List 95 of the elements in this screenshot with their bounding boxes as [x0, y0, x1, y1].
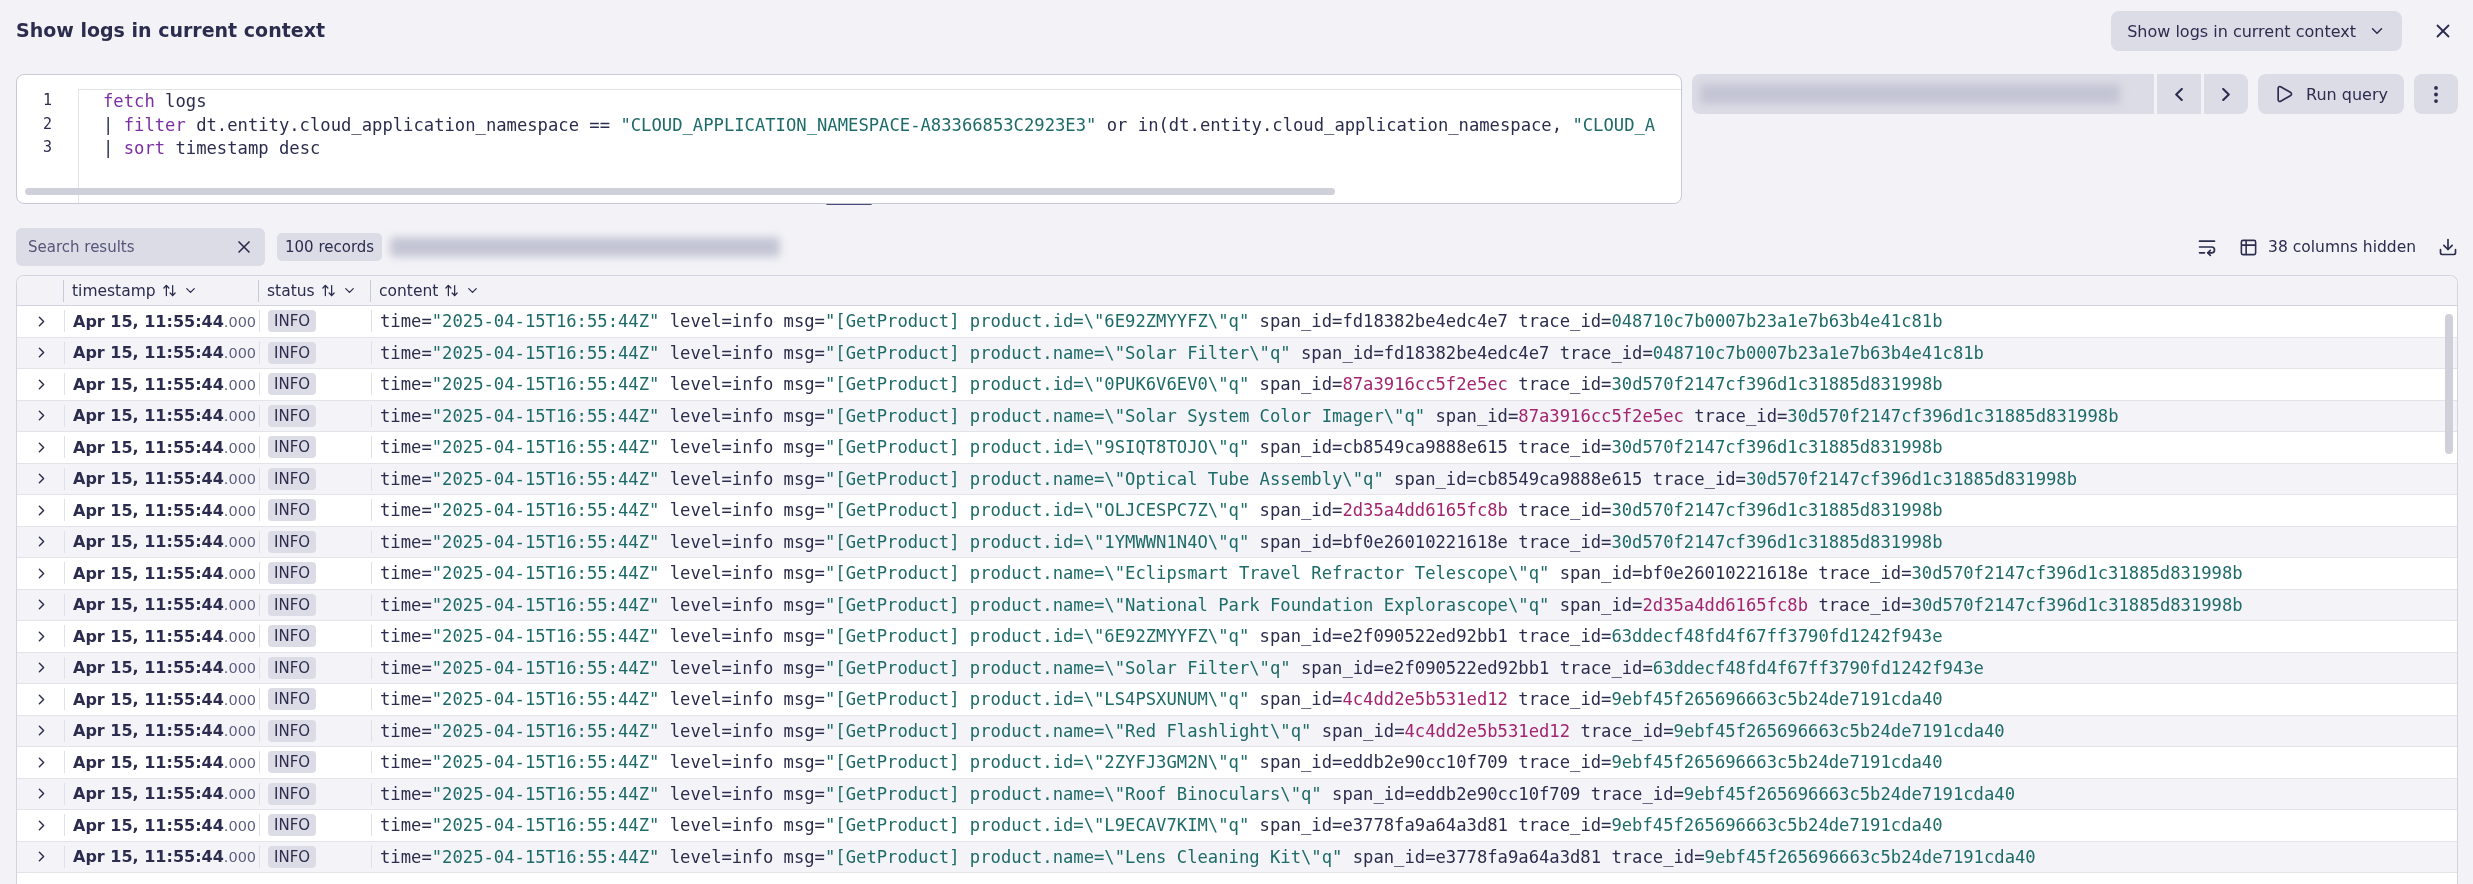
timestamp-cell: Apr 15, 11:55:44.000 — [73, 469, 257, 489]
log-content: time="2025-04-15T16:55:44Z" level=info msg="[GetProduct] product.name=\"Roof Binoculars\"q" span_id=eddb2e90cc10f709 trace_id=9ebf45f265696663c5b24de7191cda40 — [380, 783, 2015, 804]
timestamp-cell: Apr 15, 11:55:44.000 — [73, 500, 257, 520]
table-row[interactable]: Apr 15, 11:55:44.000 INFO time="2025-04-15T16:55:44Z" level=info msg="[GetProduct] product.name=\"Solar Filter\"q" span_id=e2f090522ed92bb1 trace_id=63ddecf48fd4f67ff3790fd1242f943e — [17, 652, 2457, 684]
log-content: time="2025-04-15T16:55:44Z" level=info msg="[GetProduct] product.id=\"L9ECAV7KIM\"q" span_id=e3778fa9a64a3d81 trace_id=9ebf45f265696663c5b24de7191cda40 — [380, 815, 1943, 836]
log-content: time="2025-04-15T16:55:44Z" level=info msg="[GetProduct] product.id=\"2ZYFJ3GM2N\"q" span_id=eddb2e90cc10f709 trace_id=9ebf45f265696663c5b24de7191cda40 — [380, 752, 1943, 773]
status-tag: INFO — [268, 751, 317, 774]
status-tag: INFO — [268, 688, 317, 711]
status-tag: INFO — [268, 310, 317, 333]
table-row[interactable]: Apr 15, 11:55:44.000 INFO time="2025-04-15T16:55:44Z" level=info msg="[GetProduct] product.name=\"Solar Filter\"q" span_id=fd18382be4edc4e7 trace_id=048710c7b0007b23a1e7b63b4e41c81b — [17, 337, 2457, 369]
log-content: time="2025-04-15T16:55:44Z" level=info msg="[GetProduct] product.id=\"6E92ZMYYFZ\"q" span_id=fd18382be4edc4e7 trace_id=048710c7b0007b23a1e7b63b4e41c81b — [380, 311, 1943, 332]
table-row[interactable]: Apr 15, 11:55:44.000 INFO time="2025-04-15T16:55:44Z" level=info msg="[GetProduct] product.name=\"Solar System Color Imager\"q" span_id=87a3916cc5f2e5ec trace_id=30d570f2147cf396d1c31885d831998b — [17, 400, 2457, 432]
status-tag: INFO — [268, 341, 317, 364]
log-content: time="2025-04-15T16:55:44Z" level=info msg="[GetProduct] product.id=\"0PUK6V6EV0\"q" span_id=87a3916cc5f2e5ec trace_id=30d570f2147cf396d1c31885d831998b — [380, 374, 1943, 395]
log-content: time="2025-04-15T16:55:44Z" level=info msg="[GetProduct] product.name=\"Solar Filter\"q" span_id=e2f090522ed92bb1 trace_id=63ddecf48fd4f67ff3790fd1242f943e — [380, 657, 1984, 678]
timestamp-cell: Apr 15, 11:55:44.000 — [73, 847, 257, 867]
timestamp-cell: Apr 15, 11:55:44.000 — [73, 311, 257, 331]
log-content: time="2025-04-15T16:55:44Z" level=info msg="[GetProduct] product.name=\"Solar Filter\"q" span_id=fd18382be4edc4e7 trace_id=048710c7b0007b23a1e7b63b4e41c81b — [380, 342, 1984, 363]
timestamp-cell: Apr 15, 11:55:44.000 — [73, 626, 257, 646]
previous-button[interactable] — [2157, 74, 2202, 114]
status-tag: INFO — [268, 719, 317, 742]
status-tag: INFO — [268, 467, 317, 490]
code-line: fetch logs — [103, 90, 208, 113]
table-row[interactable]: Apr 15, 11:55:44.000 INFO time="2025-04-15T16:55:44Z" level=info msg="[GetProduct] product.name=\"Optical Tube Assembly\"q" span_id=cb8549ca9888e615 trace_id=30d570f2147cf396d1c31885d831998b — [17, 463, 2457, 495]
resize-handle[interactable] — [826, 202, 872, 205]
code-line: | sort timestamp desc — [103, 137, 322, 160]
line-number: 1 — [43, 90, 52, 111]
timestamp-cell: Apr 15, 11:55:44.000 — [73, 689, 257, 709]
line-number: 2 — [43, 113, 52, 135]
scrollbar[interactable] — [25, 188, 1335, 195]
play-icon — [2274, 84, 2295, 104]
more-icon — [2434, 85, 2438, 103]
code-line: | filter dt.entity.cloud_application_namespace == "CLOUD_APPLICATION_NAMESPACE-A83366853C2923E3" or in(dt.entity.cloud_application_namespace, "CLOUD_A — [103, 113, 1657, 137]
table-row[interactable]: Apr 15, 11:55:44.000 INFO time="2025-04-15T16:55:44Z" level=info msg="[GetProduct] product.name=\"Lens Cleaning Kit\"q" span_id=e3778fa9a64a3d81 trace_id=9ebf45f265696663c5b24de7191cda40 — [17, 841, 2457, 873]
column-header[interactable]: content — [379, 281, 439, 300]
download-icon[interactable] — [2438, 237, 2458, 257]
log-content: time="2025-04-15T16:55:44Z" level=info msg="[GetProduct] product.id=\"6E92ZMYYFZ\"q" span_id=e2f090522ed92bb1 trace_id=63ddecf48fd4f67ff3790fd1242f943e — [380, 626, 1943, 647]
column-header[interactable]: timestamp — [72, 281, 156, 300]
status-tag: INFO — [268, 625, 317, 648]
status-tag: INFO — [268, 593, 317, 616]
status-tag: INFO — [268, 404, 317, 427]
table-row[interactable]: Apr 15, 11:55:44.000 INFO time="2025-04-15T16:55:44Z" level=info msg="[GetProduct] product.id=\"1YMWWN1N4O\"q" span_id=bf0e26010221618e trace_id=30d570f2147cf396d1c31885d831998b — [17, 526, 2457, 558]
status-tag: INFO — [268, 656, 317, 679]
timestamp-cell: Apr 15, 11:55:44.000 — [73, 374, 257, 394]
log-content: time="2025-04-15T16:55:44Z" level=info msg="[GetProduct] product.id=\"LS4PSXUNUM\"q" span_id=4c4dd2e5b531ed12 trace_id=9ebf45f265696663c5b24de7191cda40 — [380, 689, 1943, 710]
log-content: time="2025-04-15T16:55:44Z" level=info msg="[GetProduct] product.name=\"Eclipsmart Travel Refractor Telescope\"q" span_id=bf0e26010221618e trace_id=30d570f2147cf396d1c31885d831998b — [380, 563, 2243, 584]
table-row[interactable] — [17, 589, 2457, 621]
timestamp-cell: Apr 15, 11:55:44.000 — [73, 532, 257, 552]
more-button[interactable] — [2414, 74, 2458, 114]
log-content: time="2025-04-15T16:55:44Z" level=info msg="[GetProduct] product.name=\"Solar System Color Imager\"q" span_id=87a3916cc5f2e5ec trace_id=30d570f2147cf396d1c31885d831998b — [380, 405, 2119, 426]
log-content: time="2025-04-15T16:55:44Z" level=info msg="[GetProduct] product.name=\"Red Flashlight\"q" span_id=4c4dd2e5b531ed12 trace_id=9ebf45f265696663c5b24de7191cda40 — [380, 720, 2005, 741]
table-icon — [2239, 237, 2259, 257]
line-number: 3 — [43, 137, 52, 158]
timestamp-cell: Apr 15, 11:55:44.000 — [73, 752, 257, 772]
log-content: time="2025-04-15T16:55:44Z" level=info msg="[GetProduct] product.name=\"National Park Foundation Explorascope\"q" span_id=2d35a4dd6165fc8b trace_id=30d570f2147cf396d1c31885d831998b — [380, 594, 2243, 615]
chevron-left-icon — [2175, 87, 2184, 101]
status-tag: INFO — [268, 499, 317, 522]
scrollbar[interactable] — [2445, 314, 2453, 454]
chevron-right-icon — [2222, 87, 2231, 101]
query-editor[interactable]: 1 2 3 fetch logs | filter dt.entity.cloud_application_namespace == "CLOUD_APPLICATION_NAMESPACE-A83366853C2923E3" or in(dt.entity.cloud_application_namespace, "CLOUD_A | sort timestamp desc — [16, 74, 1683, 204]
status-tag: INFO — [268, 782, 317, 805]
column-header[interactable]: status — [267, 281, 315, 300]
timestamp-cell: Apr 15, 11:55:44.000 — [73, 815, 257, 835]
status-tag: INFO — [268, 845, 317, 868]
panel-title: Show logs in current context — [16, 19, 325, 41]
status-tag: INFO — [268, 562, 317, 585]
timestamp-cell: Apr 15, 11:55:44.000 — [73, 437, 257, 457]
table-row[interactable]: Apr 15, 11:55:44.000 INFO time="2025-04-15T16:55:44Z" level=info msg="[GetProduct] product.name=\"Red Flashlight\"q" span_id=4c4dd2e5b531ed12 trace_id=9ebf45f265696663c5b24de7191cda40 — [17, 715, 2457, 747]
timestamp-cell: Apr 15, 11:55:44.000 — [73, 784, 257, 804]
log-content: time="2025-04-15T16:55:44Z" level=info msg="[GetProduct] product.name=\"Optical Tube Assembly\"q" span_id=cb8549ca9888e615 trace_id=30d570f2147cf396d1c31885d831998b — [380, 468, 2078, 489]
status-tag: INFO — [268, 530, 317, 553]
timeframe-field[interactable] — [1692, 74, 2155, 114]
log-content: time="2025-04-15T16:55:44Z" level=info msg="[GetProduct] product.id=\"1YMWWN1N4O\"q" span_id=bf0e26010221618e trace_id=30d570f2147cf396d1c31885d831998b — [380, 531, 1943, 552]
next-button[interactable] — [2204, 74, 2249, 114]
timestamp-cell: Apr 15, 11:55:44.000 — [73, 721, 257, 741]
run-query-button[interactable]: Run query — [2258, 74, 2404, 114]
sort-icon[interactable] — [161, 283, 177, 298]
status-tag: INFO — [268, 436, 317, 459]
status-tag: INFO — [268, 373, 317, 396]
sort-icon[interactable] — [320, 283, 336, 298]
table-row[interactable]: Apr 15, 11:55:44.000 INFO time="2025-04-15T16:55:44Z" level=info msg="[GetProduct] product.name=\"Roof Binoculars\"q" span_id=eddb2e90cc10f709 trace_id=9ebf45f265696663c5b24de7191cda40 — [17, 778, 2457, 810]
timestamp-cell: Apr 15, 11:55:44.000 — [73, 406, 257, 426]
sort-icon[interactable] — [444, 283, 460, 298]
timestamp-cell: Apr 15, 11:55:44.000 — [73, 658, 257, 678]
context-dropdown[interactable]: Show logs in current context — [2111, 11, 2402, 51]
status-tag: INFO — [268, 814, 317, 837]
wrap-text-icon[interactable] — [2197, 237, 2218, 257]
hidden-columns-button[interactable]: 38 columns hidden — [2235, 233, 2420, 261]
log-content: time="2025-04-15T16:55:44Z" level=info msg="[GetProduct] product.id=\"OLJCESPC7Z\"q" span_id=2d35a4dd6165fc8b trace_id=30d570f2147cf396d1c31885d831998b — [380, 500, 1943, 521]
timestamp-cell: Apr 15, 11:55:44.000 — [73, 595, 257, 615]
log-content: time="2025-04-15T16:55:44Z" level=info msg="[GetProduct] product.name=\"Lens Cleaning Kit\"q" span_id=e3778fa9a64a3d81 trace_id=9ebf45f265696663c5b24de7191cda40 — [380, 846, 2036, 867]
timestamp-cell: Apr 15, 11:55:44.000 — [73, 343, 257, 363]
timestamp-cell: Apr 15, 11:55:44.000 — [73, 563, 257, 583]
records-count: 100 records — [277, 233, 383, 261]
log-content: time="2025-04-15T16:55:44Z" level=info msg="[GetProduct] product.id=\"9SIQT8TOJO\"q" span_id=cb8549ca9888e615 trace_id=30d570f2147cf396d1c31885d831998b — [380, 437, 1943, 458]
